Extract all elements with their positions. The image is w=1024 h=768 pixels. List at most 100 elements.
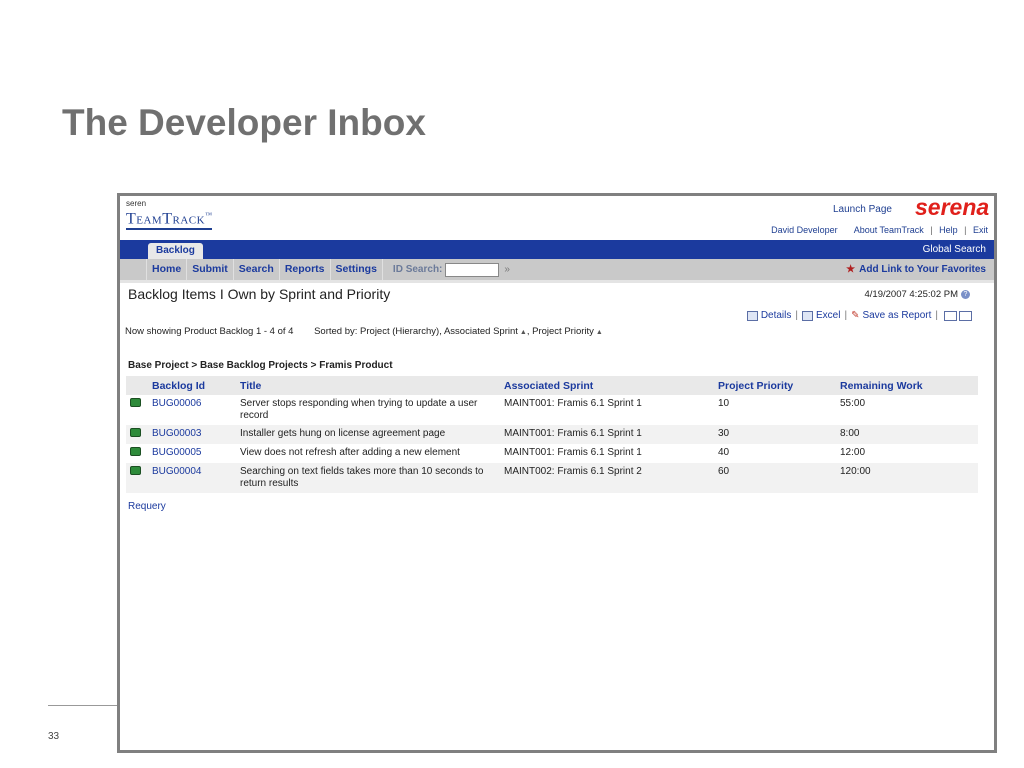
title-cell: Searching on text fields takes more than… xyxy=(236,463,500,493)
link-separator: | xyxy=(964,225,967,235)
column-header-title[interactable]: Title xyxy=(236,376,500,395)
row-icon-cell xyxy=(126,425,148,444)
nav-settings[interactable]: Settings xyxy=(331,259,383,280)
star-icon: ★ xyxy=(846,264,856,275)
page-heading: Backlog Items I Own by Sprint and Priori… xyxy=(128,286,391,302)
sorted-by-label-2: , Project Priority xyxy=(526,326,594,337)
pencil-icon: ✎ xyxy=(851,310,860,321)
backlog-id-cell: BUG00004 xyxy=(148,463,236,493)
column-header-project-priority[interactable]: Project Priority xyxy=(714,376,836,395)
backlog-table: Backlog Id Title Associated Sprint Proje… xyxy=(126,376,978,493)
link-separator: | xyxy=(930,225,933,235)
exit-link[interactable]: Exit xyxy=(973,225,988,235)
add-favorite-label: Add Link to Your Favorites xyxy=(859,264,986,275)
backlog-id-cell: BUG00003 xyxy=(148,425,236,444)
id-search-go-button[interactable]: » xyxy=(504,264,510,275)
id-search-label: ID Search: xyxy=(392,264,443,275)
item-icon[interactable] xyxy=(130,398,141,407)
tab-backlog[interactable]: Backlog xyxy=(148,243,203,259)
backlog-id-cell: BUG00006 xyxy=(148,395,236,425)
sort-asc-icon: ▲ xyxy=(595,329,603,336)
teamtrack-screenshot: seren TeamTrack™ Launch Page serena Davi… xyxy=(117,193,997,753)
priority-cell: 60 xyxy=(714,463,836,493)
sprint-cell: MAINT001: Framis 6.1 Sprint 1 xyxy=(504,398,642,409)
remaining-work-cell: 12:00 xyxy=(840,447,866,458)
report-actions: Details | Excel | ✎ Save as Report | xyxy=(746,310,972,321)
nav-submit[interactable]: Submit xyxy=(187,259,234,280)
sprint-cell: MAINT001: Framis 6.1 Sprint 1 xyxy=(504,447,642,458)
title-cell: Installer gets hung on license agreement… xyxy=(236,425,500,444)
email-icon[interactable] xyxy=(959,310,972,321)
print-icon[interactable] xyxy=(944,310,957,321)
priority-cell: 30 xyxy=(714,425,836,444)
column-header-backlog-id[interactable]: Backlog Id xyxy=(148,376,236,395)
logo-tm: ™ xyxy=(205,211,213,219)
logo-main-text: TeamTrack xyxy=(126,210,206,228)
showing-text: Now showing Product Backlog 1 - 4 of 4 xyxy=(125,326,294,337)
row-icon-cell xyxy=(126,395,148,425)
row-icon-cell xyxy=(126,463,148,493)
user-links: David Developer About TeamTrack | Help |… xyxy=(771,225,988,235)
column-header-associated-sprint[interactable]: Associated Sprint xyxy=(500,376,714,395)
nav-home[interactable]: Home xyxy=(146,259,188,280)
backlog-id-link[interactable]: BUG00004 xyxy=(152,466,201,477)
action-separator: | xyxy=(844,310,848,321)
tab-bar: Backlog Global Search xyxy=(120,240,994,259)
backlog-id-link[interactable]: BUG00005 xyxy=(152,447,201,458)
help-link[interactable]: Help xyxy=(939,225,958,235)
title-cell: View does not refresh after adding a new… xyxy=(240,447,460,458)
sprint-cell: MAINT002: Framis 6.1 Sprint 2 xyxy=(500,463,714,493)
nav-reports[interactable]: Reports xyxy=(280,259,331,280)
add-favorite-link[interactable]: ★ Add Link to Your Favorites xyxy=(846,259,986,280)
serena-logo: serena xyxy=(915,194,990,220)
row-icon-cell xyxy=(126,444,148,463)
sprint-cell: MAINT001: Framis 6.1 Sprint 1 xyxy=(500,425,714,444)
icon-column-header xyxy=(126,376,148,395)
app-header: seren TeamTrack™ Launch Page serena Davi… xyxy=(120,196,994,240)
datetime-text: 4/19/2007 4:25:02 PM xyxy=(864,289,959,300)
nav-search[interactable]: Search xyxy=(234,259,280,280)
footer-divider xyxy=(48,705,120,706)
action-separator: | xyxy=(935,310,938,321)
table-row: BUG00005 View does not refresh after add… xyxy=(126,444,978,463)
sorted-by-label: Sorted by: Project (Hierarchy), Associat… xyxy=(314,326,518,337)
priority-cell: 40 xyxy=(718,447,730,458)
teamtrack-logo: TeamTrack™ xyxy=(126,207,213,231)
table-row: BUG00004 Searching on text fields takes … xyxy=(126,463,978,493)
backlog-id-link[interactable]: BUG00006 xyxy=(152,398,201,409)
title-cell: Server stops responding when trying to u… xyxy=(240,398,478,421)
remaining-work-cell: 8:00 xyxy=(836,425,978,444)
item-icon[interactable] xyxy=(130,447,141,456)
id-search-input[interactable] xyxy=(445,262,500,277)
remaining-work-cell: 55:00 xyxy=(840,398,866,409)
details-link[interactable]: Details xyxy=(761,310,792,321)
table-row: BUG00006 Server stops responding when tr… xyxy=(126,395,978,425)
item-icon[interactable] xyxy=(130,428,141,437)
breadcrumb: Base Project > Base Backlog Projects > F… xyxy=(128,360,393,371)
report-datetime: 4/19/2007 4:25:02 PM? xyxy=(864,289,970,300)
item-icon[interactable] xyxy=(130,466,141,475)
column-header-remaining-work[interactable]: Remaining Work xyxy=(836,376,978,395)
nav-bar: Home Submit Search Reports Settings ID S… xyxy=(120,259,994,283)
showing-status: Now showing Product Backlog 1 - 4 of 4 S… xyxy=(125,326,603,337)
save-as-report-link[interactable]: Save as Report xyxy=(862,310,931,321)
table-row: BUG00003 Installer gets hung on license … xyxy=(126,425,978,444)
requery-link[interactable]: Requery xyxy=(128,501,166,512)
global-search-link[interactable]: Global Search xyxy=(923,244,986,255)
remaining-work-cell: 120:00 xyxy=(836,463,978,493)
launch-page-link[interactable]: Launch Page xyxy=(833,204,892,215)
details-icon xyxy=(746,310,758,321)
excel-link[interactable]: Excel xyxy=(816,310,840,321)
backlog-id-link[interactable]: BUG00003 xyxy=(152,428,201,439)
about-link[interactable]: About TeamTrack xyxy=(854,225,924,235)
action-separator: | xyxy=(795,310,798,321)
current-user: David Developer xyxy=(771,225,838,235)
slide-title: The Developer Inbox xyxy=(62,102,426,143)
sorted-by-text: Sorted by: Project (Hierarchy), Associat… xyxy=(314,326,603,337)
page-number: 33 xyxy=(48,731,60,742)
sort-asc-icon: ▲ xyxy=(519,329,527,336)
excel-icon xyxy=(802,310,813,321)
help-icon[interactable]: ? xyxy=(961,289,970,299)
nav-items: Home Submit Search Reports Settings ID S… xyxy=(146,259,510,280)
backlog-id-cell: BUG00005 xyxy=(148,444,236,463)
